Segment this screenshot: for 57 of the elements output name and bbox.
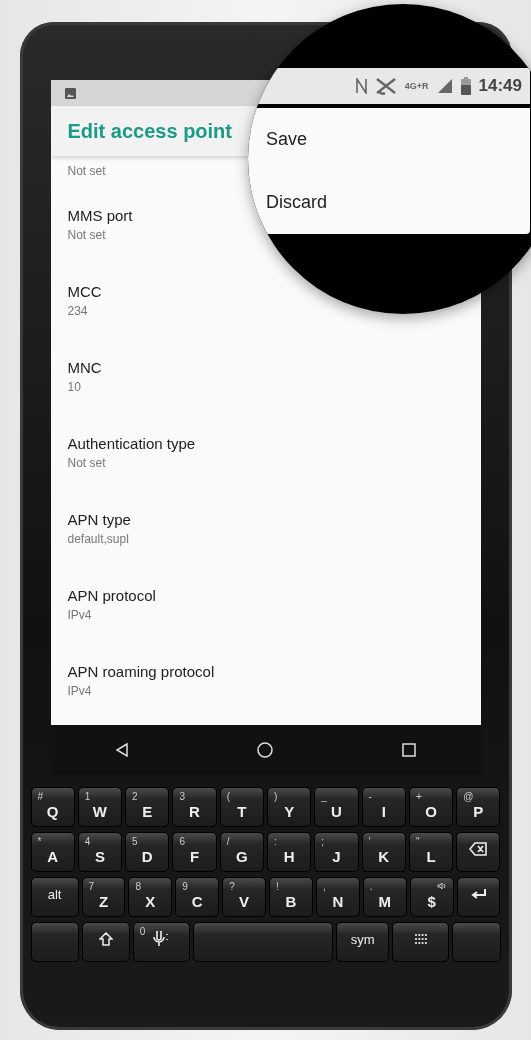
letter-key[interactable]: ; J — [314, 832, 359, 872]
letter-key[interactable]: 3 R — [172, 787, 217, 827]
letter-key[interactable]: 2 E — [125, 787, 170, 827]
letter-key[interactable]: # Q — [30, 787, 75, 827]
letter-key[interactable]: / G — [219, 832, 264, 872]
dollar-key[interactable]: $ — [409, 877, 454, 917]
letter-key[interactable]: 1 W — [77, 787, 123, 827]
letter-key[interactable]: . M — [362, 877, 407, 917]
setting-item[interactable]: APN roaming protocol IPv4 — [67, 642, 464, 718]
letter-key[interactable]: ) Y — [267, 787, 312, 827]
back-icon[interactable] — [114, 743, 129, 757]
letter-key[interactable]: ? V — [222, 877, 267, 917]
setting-item[interactable]: Authentication type Not set — [67, 414, 464, 490]
crossed-satellite-icon — [374, 77, 397, 95]
modifier-key[interactable]: alt — [30, 877, 79, 917]
backspace-key[interactable] — [456, 832, 501, 872]
menu-item[interactable]: Save — [248, 129, 530, 150]
setting-item[interactable]: APN protocol IPv4 — [67, 566, 464, 642]
letter-key[interactable]: ' K — [361, 832, 406, 872]
battery-icon — [460, 77, 471, 95]
letter-key[interactable]: * A — [30, 832, 75, 872]
enter-icon — [470, 888, 487, 900]
menu-item[interactable]: Discard — [248, 192, 530, 213]
image-notification-icon — [64, 87, 76, 99]
clock-time: 14:49 — [478, 76, 522, 96]
screen-title: Edit access point — [67, 119, 232, 143]
setting-item[interactable]: MNC 10 — [67, 338, 464, 414]
setting-item[interactable]: APN type default,supl — [67, 490, 464, 566]
signal-icon — [436, 78, 453, 94]
letter-key[interactable]: : H — [267, 832, 312, 872]
grid-icon — [413, 933, 428, 945]
letter-key[interactable]: ! B — [269, 877, 313, 917]
letter-key[interactable]: 8 X — [128, 877, 173, 917]
letter-key[interactable]: 7 Z — [81, 877, 126, 917]
microphone-key[interactable]: 0 — [132, 922, 191, 962]
speaker-icon — [436, 882, 447, 890]
shift-icon — [98, 932, 113, 946]
letter-key[interactable]: " L — [408, 832, 454, 872]
microphone-icon — [152, 931, 171, 947]
modifier-key[interactable]: sym — [336, 922, 390, 962]
letter-key[interactable]: + O — [408, 787, 454, 827]
grid-key[interactable] — [392, 922, 450, 962]
letter-key[interactable]: 5 D — [125, 832, 170, 872]
letter-key[interactable]: @ P — [456, 787, 501, 827]
recents-icon[interactable] — [402, 743, 417, 757]
letter-key[interactable]: ( T — [219, 787, 264, 827]
letter-key[interactable]: _ U — [314, 787, 359, 827]
shift-key[interactable] — [81, 922, 130, 962]
letter-key[interactable]: 6 F — [172, 832, 217, 872]
enter-key[interactable] — [456, 877, 501, 917]
nfc-icon — [355, 78, 367, 94]
letter-key[interactable]: 4 S — [77, 832, 123, 872]
home-icon[interactable] — [257, 742, 274, 758]
backspace-icon — [469, 842, 488, 856]
letter-key[interactable]: 9 C — [175, 877, 220, 917]
letter-key[interactable]: , N — [315, 877, 360, 917]
letter-key[interactable]: - I — [361, 787, 406, 827]
